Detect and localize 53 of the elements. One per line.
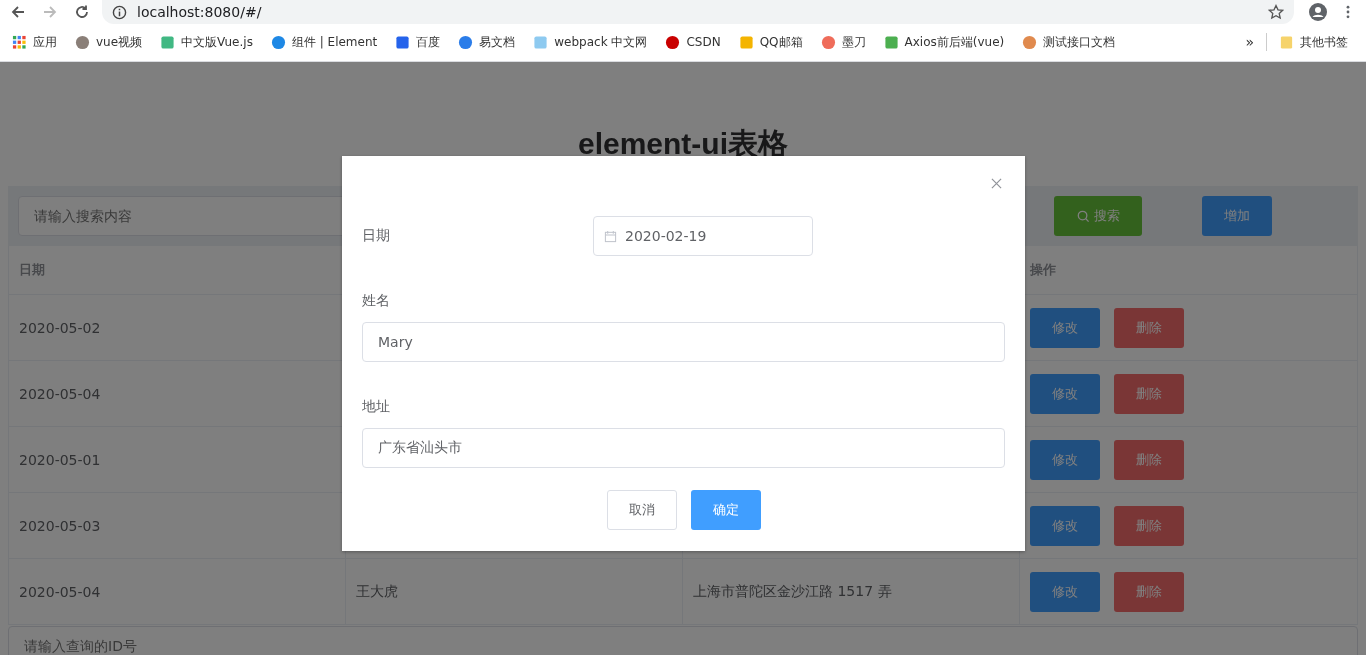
menu-icon[interactable]	[1346, 5, 1350, 19]
bookmark-item[interactable]: 应用	[12, 33, 57, 51]
name-field[interactable]: Mary	[362, 322, 1005, 362]
id-search-field[interactable]: 请输入查询的ID号	[8, 626, 1358, 655]
star-icon[interactable]	[1268, 4, 1284, 20]
bookmark-item[interactable]: 中文版Vue.js	[160, 33, 253, 51]
address-bar[interactable]: localhost:8080/#/	[102, 0, 1294, 24]
table-cell: 2020-05-01	[19, 451, 101, 468]
bookmark-item[interactable]: CSDN	[665, 34, 721, 50]
bookmark-favicon-icon	[665, 34, 681, 50]
bookmark-favicon-icon	[160, 34, 176, 50]
calendar-icon	[604, 229, 617, 243]
bookmark-item[interactable]: 测试接口文档	[1022, 33, 1116, 51]
table-cell: 2020-05-04	[19, 385, 101, 402]
bookmark-item[interactable]: 组件 | Element	[270, 33, 378, 51]
table-cell: 2020-05-03	[19, 517, 101, 534]
bookmark-favicon-icon	[458, 34, 474, 50]
bookmark-item[interactable]: 百度	[395, 33, 441, 51]
bookmark-item[interactable]: 易文档	[458, 33, 516, 51]
bookmark-favicon-icon	[738, 34, 754, 50]
reload-icon[interactable]	[74, 4, 90, 20]
info-icon	[112, 4, 127, 20]
url-text: localhost:8080/#/	[137, 4, 263, 20]
address-label: 地址	[362, 398, 391, 416]
name-label: 姓名	[362, 292, 391, 310]
bookmark-item[interactable]: Axios前后端(vue)	[883, 33, 1005, 51]
bookmark-favicon-icon	[75, 34, 90, 50]
bookmark-favicon-icon	[533, 34, 549, 50]
more-bookmarks-button[interactable]: »	[1245, 34, 1254, 50]
table-cell: 2020-05-02	[19, 319, 101, 336]
date-picker[interactable]: 2020-02-19	[593, 216, 813, 256]
table-cell: 2020-05-04	[19, 583, 101, 600]
folder-icon	[1279, 34, 1294, 50]
bookmark-favicon-icon	[1022, 34, 1038, 50]
bookmark-item[interactable]: webpack 中文网	[533, 33, 648, 51]
search-icon	[1076, 209, 1090, 223]
cancel-button[interactable]: 取消	[606, 490, 677, 530]
other-bookmarks-item[interactable]: 其他书签	[1279, 33, 1348, 51]
account-icon[interactable]	[1308, 2, 1328, 22]
back-icon[interactable]	[10, 4, 26, 20]
bookmark-item[interactable]: vue视频	[75, 33, 143, 51]
address-field[interactable]: 广东省汕头市	[362, 428, 1005, 468]
close-icon[interactable]	[991, 178, 1002, 189]
page-title: element-ui表格	[578, 126, 788, 162]
apps-grid-icon	[12, 34, 27, 50]
bookmark-item[interactable]: QQ邮箱	[738, 33, 803, 51]
table-cell: 王大虎	[356, 582, 398, 601]
bookmark-favicon-icon	[883, 34, 899, 50]
bookmark-favicon-icon	[270, 34, 286, 50]
bookmark-item[interactable]: 墨刀	[820, 33, 866, 51]
table-cell: 上海市普陀区金沙江路 1517 弄	[693, 582, 892, 601]
bookmark-favicon-icon	[820, 34, 836, 50]
bookmark-favicon-icon	[395, 34, 411, 50]
